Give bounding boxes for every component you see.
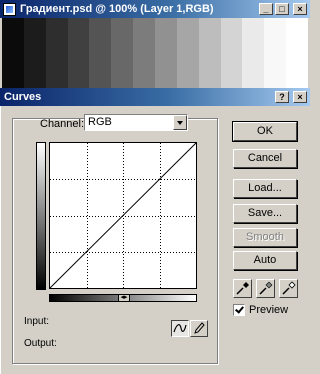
gradient-step	[45, 18, 68, 88]
document-title: Градиент.psd @ 100% (Layer 1,RGB)	[20, 3, 214, 15]
black-eyedropper-button[interactable]	[233, 279, 252, 298]
save-button[interactable]: Save...	[233, 204, 297, 223]
curve-graph-svg	[49, 142, 197, 289]
pencil-tool-icon	[194, 322, 205, 334]
load-button[interactable]: Load...	[233, 179, 297, 198]
input-label: Input:	[24, 316, 50, 327]
auto-button[interactable]: Auto	[233, 251, 297, 270]
preview-checkbox[interactable]	[233, 304, 245, 316]
channel-select[interactable]: RGB	[84, 114, 188, 131]
chevron-down-icon[interactable]	[173, 115, 187, 130]
gradient-step	[198, 18, 221, 88]
pencil-tool-button[interactable]	[190, 320, 208, 337]
smooth-button[interactable]: Smooth	[233, 228, 297, 247]
document-title-bar[interactable]: Градиент.psd @ 100% (Layer 1,RGB) _ □ ×	[0, 0, 310, 18]
gradient-toggle-icon[interactable]: ◂▸	[118, 294, 130, 302]
maximize-button[interactable]: □	[275, 3, 289, 15]
curve-tool-button[interactable]	[171, 320, 189, 337]
gradient-step	[264, 18, 287, 88]
white-eyedropper-icon	[282, 281, 296, 295]
gradient-step	[220, 18, 243, 88]
preview-label[interactable]: Preview	[249, 304, 288, 316]
curve-graph[interactable]	[49, 142, 197, 289]
channel-value: RGB	[88, 116, 112, 128]
gradient-step	[111, 18, 134, 88]
dialog-close-button[interactable]: ×	[293, 91, 307, 103]
output-gradient-bar	[36, 142, 46, 290]
help-button[interactable]: ?	[275, 91, 289, 103]
gradient-step	[176, 18, 199, 88]
gradient-step	[89, 18, 112, 88]
curve-tool-icon	[173, 324, 187, 333]
close-button[interactable]: ×	[293, 3, 307, 15]
gradient-step	[286, 18, 309, 88]
white-eyedropper-button[interactable]	[279, 279, 298, 298]
gradient-step	[23, 18, 46, 88]
gradient-step	[2, 18, 24, 88]
dialog-title: Curves	[4, 91, 42, 103]
ok-button[interactable]: OK	[232, 121, 298, 142]
dialog-title-bar[interactable]: Curves ? ×	[0, 88, 310, 106]
black-eyedropper-icon	[236, 282, 249, 295]
channel-label: Channel:	[40, 118, 85, 130]
cancel-button[interactable]: Cancel	[233, 149, 297, 168]
document-icon	[3, 2, 16, 16]
gray-eyedropper-icon	[259, 281, 273, 295]
minimize-button[interactable]: _	[259, 3, 273, 15]
gray-eyedropper-button[interactable]	[256, 279, 275, 298]
gradient-step	[242, 18, 265, 88]
gradient-step	[133, 18, 156, 88]
gradient-canvas	[2, 18, 309, 88]
output-label: Output:	[24, 338, 57, 349]
gradient-step	[67, 18, 90, 88]
gradient-step	[155, 18, 177, 88]
